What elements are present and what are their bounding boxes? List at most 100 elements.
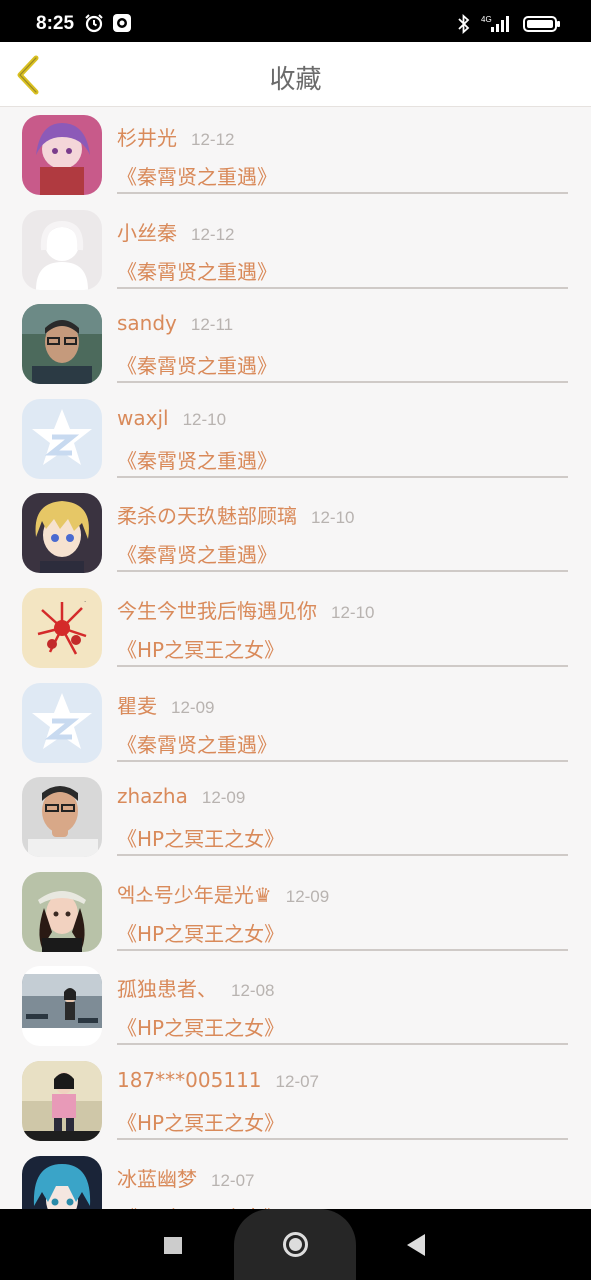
page-title: 收藏: [269, 65, 322, 95]
book-title[interactable]: 《秦霄贤之重遇》: [117, 256, 277, 285]
avatar[interactable]: [22, 682, 102, 763]
book-title[interactable]: 《HP之冥王之女》: [117, 823, 284, 852]
user-name[interactable]: 小丝秦: [117, 221, 177, 245]
avatar[interactable]: [22, 1155, 102, 1209]
name-line: 瞿麦 12-09: [117, 690, 214, 719]
user-name[interactable]: 冰蓝幽梦: [117, 1167, 197, 1191]
favorite-row[interactable]: 杉井光 12-12 《秦霄贤之重遇》: [0, 107, 591, 202]
name-line: 엑소号少年是光♛ 12-09: [117, 879, 329, 908]
status-right-icons: 4G: [457, 13, 561, 38]
user-name[interactable]: 엑소号少年是光♛: [117, 883, 272, 907]
battery-icon: [523, 14, 561, 38]
back-triangle-icon[interactable]: [407, 1234, 425, 1256]
favorite-date: 12-12: [191, 224, 235, 244]
avatar[interactable]: [22, 209, 102, 290]
book-title[interactable]: 《HP之冥王之女》: [117, 918, 284, 947]
name-line: 冰蓝幽梦 12-07: [117, 1163, 254, 1192]
name-line: waxjl 12-10: [117, 406, 226, 430]
row-divider: [117, 570, 568, 573]
row-divider: [117, 475, 568, 478]
book-title[interactable]: 《秦霄贤之重遇》: [117, 729, 277, 758]
book-title[interactable]: 《HP之冥王之女》: [117, 1012, 284, 1041]
book-title[interactable]: 《秦霄贤之重遇》: [117, 445, 277, 474]
favorite-date: 12-11: [190, 315, 234, 335]
favorite-row[interactable]: zhazha 12-09 《HP之冥王之女》: [0, 769, 591, 864]
book-title[interactable]: 《HP之冥王之女》: [117, 1202, 284, 1209]
name-line: 小丝秦 12-12: [117, 217, 234, 246]
status-time: 8:25: [36, 13, 75, 34]
favorites-list: 杉井光 12-12 《秦霄贤之重遇》 小丝秦 12-12 《秦霄贤之重遇》 sandy 12-…: [0, 107, 591, 1209]
favorite-date: 12-07: [211, 1170, 255, 1190]
signal-icon: 4G: [481, 14, 513, 38]
favorite-row[interactable]: 瞿麦 12-09 《秦霄贤之重遇》: [0, 675, 591, 770]
avatar[interactable]: [22, 966, 102, 1047]
avatar[interactable]: [22, 777, 102, 858]
name-line: sandy 12-11: [117, 311, 233, 335]
app-header: 收藏: [0, 42, 591, 107]
book-title[interactable]: 《HP之冥王之女》: [117, 1107, 284, 1136]
row-divider: [117, 854, 568, 857]
book-title[interactable]: 《秦霄贤之重遇》: [117, 350, 277, 379]
favorite-date: 12-10: [182, 409, 227, 429]
row-divider: [117, 948, 568, 951]
name-line: zhazha 12-09: [117, 784, 245, 808]
favorite-row[interactable]: waxjl 12-10 《秦霄贤之重遇》: [0, 391, 591, 486]
alarm-icon: [84, 13, 104, 37]
row-divider: [117, 1137, 568, 1140]
row-divider: [117, 1043, 568, 1046]
favorite-date: 12-09: [285, 886, 330, 906]
user-name[interactable]: 柔杀の天玖魅部顾璃: [117, 504, 297, 528]
favorite-row[interactable]: · 今生今世我后悔遇见你 12-10 《HP之冥王之女》: [0, 580, 591, 675]
row-divider: [117, 286, 568, 289]
book-title[interactable]: 《秦霄贤之重遇》: [117, 161, 277, 190]
book-title[interactable]: 《秦霄贤之重遇》: [117, 539, 277, 568]
bluetooth-icon: [457, 13, 471, 38]
user-name[interactable]: zhazha: [117, 784, 188, 808]
favorite-row[interactable]: 孤独患者、 12-08 《HP之冥王之女》: [0, 958, 591, 1053]
row-divider: [117, 381, 568, 384]
row-divider: [117, 664, 568, 667]
svg-text:·: ·: [84, 598, 86, 606]
favorite-date: 12-10: [331, 602, 375, 622]
user-name[interactable]: sandy: [117, 311, 177, 335]
avatar[interactable]: [22, 1060, 102, 1141]
row-divider: [117, 192, 568, 194]
favorite-row[interactable]: sandy 12-11 《秦霄贤之重遇》: [0, 296, 591, 391]
favorite-row[interactable]: 엑소号少年是光♛ 12-09 《HP之冥王之女》: [0, 864, 591, 959]
name-line: 孤独患者、 12-08: [117, 973, 274, 1002]
favorite-row[interactable]: 柔杀の天玖魅部顾璃 12-10 《秦霄贤之重遇》: [0, 485, 591, 580]
favorite-date: 12-08: [231, 981, 275, 1001]
favorite-row[interactable]: 小丝秦 12-12 《秦霄贤之重遇》: [0, 202, 591, 297]
user-name[interactable]: 今生今世我后悔遇见你: [117, 599, 317, 623]
favorite-date: 12-09: [201, 788, 246, 808]
name-line: 柔杀の天玖魅部顾璃 12-10: [117, 500, 354, 529]
book-title[interactable]: 《HP之冥王之女》: [117, 634, 284, 663]
name-line: 杉井光 12-12: [117, 122, 234, 151]
avatar[interactable]: [22, 304, 102, 385]
user-name[interactable]: 杉井光: [117, 126, 177, 150]
user-name[interactable]: 瞿麦: [117, 694, 157, 718]
app-notification-icon: [112, 13, 132, 37]
avatar[interactable]: ·: [22, 587, 102, 668]
system-nav-bar: [0, 1209, 591, 1280]
home-circle-icon: [283, 1232, 308, 1257]
user-name[interactable]: 孤独患者、: [117, 977, 217, 1001]
row-divider: [117, 759, 568, 762]
favorite-row[interactable]: 冰蓝幽梦 12-07 《HP之冥王之女》: [0, 1148, 591, 1209]
favorite-date: 12-12: [191, 130, 235, 149]
favorite-date: 12-10: [311, 508, 355, 528]
avatar[interactable]: [22, 871, 102, 952]
avatar[interactable]: [22, 493, 102, 574]
svg-text:4G: 4G: [481, 15, 492, 24]
user-name[interactable]: 187***005111: [117, 1068, 262, 1092]
status-bar: 8:25 4G: [0, 0, 591, 42]
home-button[interactable]: [234, 1209, 356, 1280]
favorite-row[interactable]: 187***005111 12-07 《HP之冥王之女》: [0, 1053, 591, 1148]
name-line: 187***005111 12-07: [117, 1068, 319, 1092]
avatar[interactable]: [22, 398, 102, 479]
user-name[interactable]: waxjl: [117, 406, 169, 430]
avatar[interactable]: [22, 115, 102, 195]
favorite-date: 12-07: [275, 1071, 320, 1091]
recents-square-icon[interactable]: [164, 1237, 182, 1254]
favorite-date: 12-09: [171, 697, 215, 717]
